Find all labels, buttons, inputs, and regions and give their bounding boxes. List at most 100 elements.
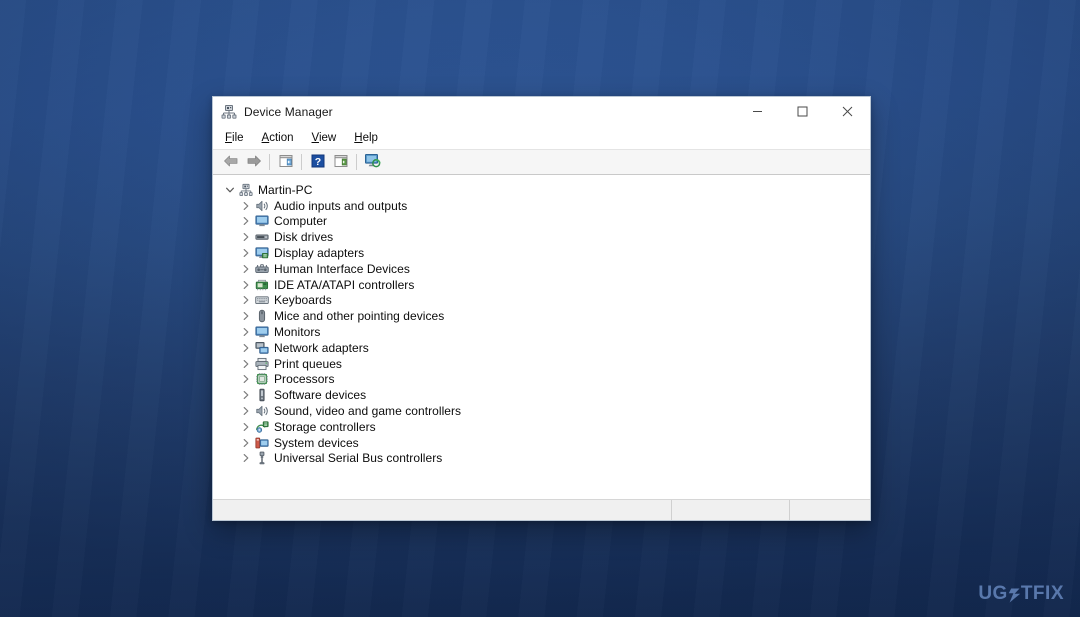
tree-item[interactable]: IDE ATA/ATAPI controllers	[213, 277, 870, 293]
tree-item[interactable]: Processors	[213, 372, 870, 388]
computer-tree-root-icon	[239, 183, 253, 197]
tree-item-label: Monitors	[274, 325, 321, 340]
status-bar	[213, 499, 870, 520]
tree-item[interactable]: Computer	[213, 214, 870, 230]
chevron-right-icon[interactable]	[239, 199, 252, 212]
tree-item[interactable]: System devices	[213, 435, 870, 451]
tree-item[interactable]: Universal Serial Bus controllers	[213, 451, 870, 467]
tree-item[interactable]: Print queues	[213, 356, 870, 372]
properties-icon	[333, 154, 349, 171]
menu-file[interactable]: File	[225, 131, 253, 145]
close-button[interactable]	[825, 97, 870, 127]
tree-item[interactable]: Audio inputs and outputs	[213, 198, 870, 214]
toolbar-separator-1	[269, 154, 270, 170]
chevron-right-icon[interactable]	[239, 231, 252, 244]
tree-item-label: Universal Serial Bus controllers	[274, 451, 443, 466]
network-adapter-icon	[255, 341, 269, 355]
monitor-icon	[255, 325, 269, 339]
tree-item[interactable]: Human Interface Devices	[213, 261, 870, 277]
tree-item[interactable]: Network adapters	[213, 340, 870, 356]
status-pane-tertiary	[790, 500, 870, 520]
tree-item-label: Martin-PC	[258, 182, 313, 197]
device-manager-window[interactable]: Device Manager File Action View Help ? M…	[212, 96, 871, 521]
chevron-right-icon[interactable]	[239, 294, 252, 307]
chevron-down-icon[interactable]	[223, 183, 236, 196]
tree-item-label: IDE ATA/ATAPI controllers	[274, 277, 415, 292]
tree-item[interactable]: Monitors	[213, 324, 870, 340]
tree-item-root[interactable]: Martin-PC	[213, 182, 870, 198]
forward-arrow-icon	[246, 154, 262, 171]
chevron-right-icon[interactable]	[239, 326, 252, 339]
device-tree-panel[interactable]: Martin-PC Audio inputs and outputs Compu…	[213, 175, 870, 499]
menu-help[interactable]: Help	[354, 131, 387, 145]
maximize-icon	[797, 106, 808, 119]
show-hide-console-tree-icon	[278, 154, 294, 171]
storage-controller-icon	[255, 420, 269, 434]
back-button[interactable]	[219, 152, 242, 173]
keyboard-icon	[255, 293, 269, 307]
desktop-background: Device Manager File Action View Help ? M…	[0, 0, 1080, 617]
tree-item[interactable]: Disk drives	[213, 229, 870, 245]
show-hide-console-tree-button[interactable]	[274, 152, 297, 173]
forward-button[interactable]	[242, 152, 265, 173]
chevron-right-icon[interactable]	[239, 278, 252, 291]
disk-drive-icon	[255, 230, 269, 244]
svg-text:?: ?	[314, 156, 320, 168]
menu-view[interactable]: View	[312, 131, 346, 145]
chevron-right-icon[interactable]	[239, 436, 252, 449]
chevron-right-icon[interactable]	[239, 247, 252, 260]
status-pane-main	[213, 500, 672, 520]
ide-controller-icon	[255, 278, 269, 292]
chevron-right-icon[interactable]	[239, 420, 252, 433]
help-icon: ?	[311, 154, 325, 171]
tree-item-label: Computer	[274, 214, 328, 229]
mouse-icon	[255, 309, 269, 323]
tree-item-label: Sound, video and game controllers	[274, 404, 462, 419]
tree-item[interactable]: Software devices	[213, 387, 870, 403]
scan-hardware-changes-button[interactable]	[361, 152, 384, 173]
device-tree: Martin-PC Audio inputs and outputs Compu…	[213, 182, 870, 466]
menu-bar: File Action View Help	[213, 127, 870, 149]
tree-item-label: Disk drives	[274, 230, 334, 245]
tree-item-label: Keyboards	[274, 293, 332, 308]
help-button[interactable]: ?	[306, 152, 329, 173]
maximize-button[interactable]	[780, 97, 825, 127]
hid-icon	[255, 262, 269, 276]
chevron-right-icon[interactable]	[239, 405, 252, 418]
monitor-icon	[255, 214, 269, 228]
chevron-right-icon[interactable]	[239, 357, 252, 370]
chevron-right-icon[interactable]	[239, 262, 252, 275]
tree-item[interactable]: Sound, video and game controllers	[213, 403, 870, 419]
speaker-icon	[255, 199, 269, 213]
chevron-right-icon[interactable]	[239, 215, 252, 228]
menu-action[interactable]: Action	[262, 131, 303, 145]
tree-item-label: Print queues	[274, 356, 342, 371]
chevron-right-icon[interactable]	[239, 310, 252, 323]
ugetfix-watermark: UG TFIX	[978, 583, 1064, 605]
properties-button[interactable]	[329, 152, 352, 173]
scan-hardware-changes-icon	[364, 153, 381, 171]
chevron-right-icon[interactable]	[239, 389, 252, 402]
minimize-button[interactable]	[735, 97, 780, 127]
window-titlebar[interactable]: Device Manager	[213, 97, 870, 127]
minimize-icon	[752, 106, 763, 119]
tree-item-label: Software devices	[274, 388, 367, 403]
watermark-prefix: UG	[978, 583, 1008, 604]
processor-icon	[255, 372, 269, 386]
printer-icon	[255, 357, 269, 371]
window-title: Device Manager	[244, 105, 333, 119]
toolbar-separator-3	[356, 154, 357, 170]
software-device-icon	[255, 388, 269, 402]
back-arrow-icon	[223, 154, 239, 171]
tree-item[interactable]: Storage controllers	[213, 419, 870, 435]
chevron-right-icon[interactable]	[239, 341, 252, 354]
tree-item-label: Network adapters	[274, 340, 369, 355]
chevron-right-icon[interactable]	[239, 452, 252, 465]
toolbar-separator-2	[301, 154, 302, 170]
tree-item[interactable]: Mice and other pointing devices	[213, 308, 870, 324]
device-manager-icon	[221, 104, 237, 120]
display-adapter-icon	[255, 246, 269, 260]
tree-item[interactable]: Keyboards	[213, 293, 870, 309]
chevron-right-icon[interactable]	[239, 373, 252, 386]
tree-item[interactable]: Display adapters	[213, 245, 870, 261]
